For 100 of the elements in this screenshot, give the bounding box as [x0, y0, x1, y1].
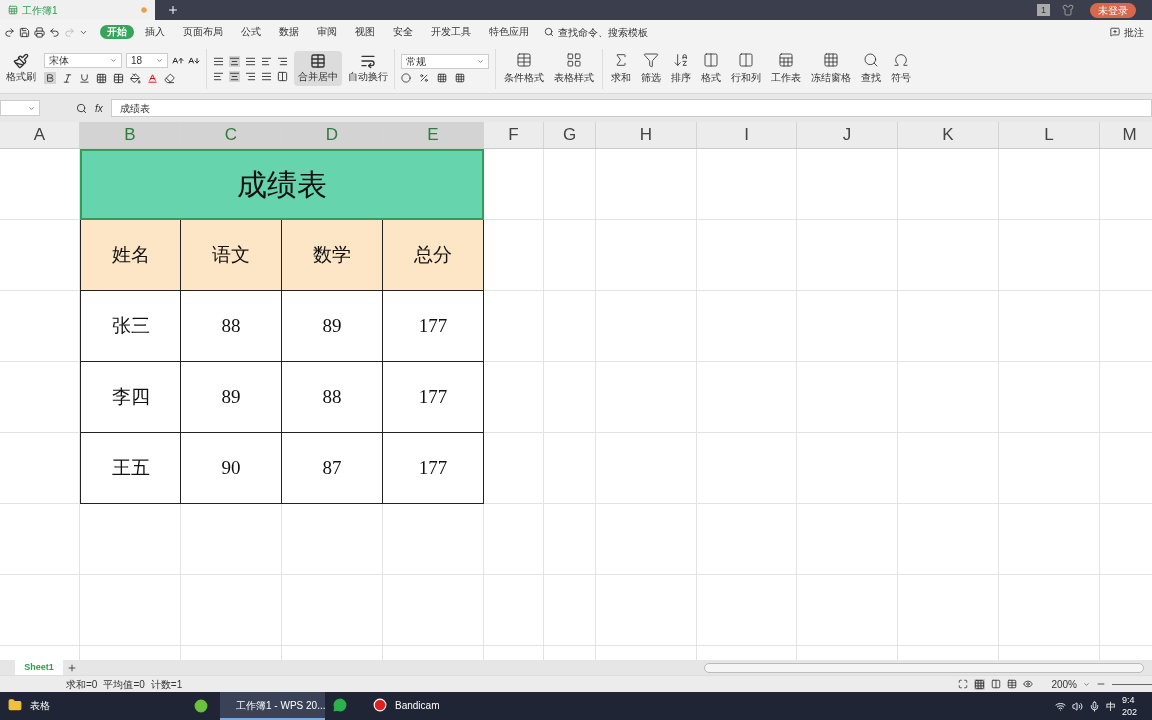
- wrap-text-button[interactable]: 自动换行: [348, 53, 388, 84]
- indent-icon[interactable]: [261, 55, 272, 67]
- chat-icon: [333, 698, 347, 712]
- comment-button[interactable]: 批注: [1110, 24, 1144, 40]
- taskbar-item[interactable]: Bandicam: [365, 692, 470, 720]
- save-icon[interactable]: [19, 26, 30, 38]
- grid-cell: [484, 362, 544, 433]
- column-header[interactable]: K: [898, 122, 999, 148]
- column-header[interactable]: H: [596, 122, 697, 148]
- undo-icon[interactable]: [49, 26, 60, 38]
- grid-cell: [544, 362, 596, 433]
- taskbar-item[interactable]: 工作簿1 - WPS 20...: [220, 692, 325, 720]
- distribute-icon[interactable]: [277, 70, 288, 82]
- normal-view-icon[interactable]: [974, 678, 986, 690]
- network-icon[interactable]: [1055, 700, 1066, 712]
- menu-tab[interactable]: 审阅: [310, 25, 344, 39]
- print-icon[interactable]: [34, 26, 45, 38]
- font-color-icon[interactable]: [147, 72, 158, 84]
- merge-center-button[interactable]: 合并居中: [294, 51, 342, 86]
- page-break-icon[interactable]: [1007, 679, 1018, 689]
- shrink-font-icon[interactable]: [188, 54, 200, 67]
- ribbon-tool-button[interactable]: 表格样式: [552, 52, 596, 85]
- cell-fill-icon[interactable]: [113, 72, 124, 84]
- column-header[interactable]: G: [544, 122, 596, 148]
- align-center-icon[interactable]: [229, 70, 240, 82]
- page-layout-icon[interactable]: [991, 679, 1002, 689]
- menu-tab[interactable]: 插入: [138, 25, 172, 39]
- ribbon-tool-button[interactable]: 工作表: [769, 52, 803, 85]
- dropdown-caret-icon: [28, 104, 35, 112]
- border-icon[interactable]: [96, 72, 107, 84]
- table-cell: 88: [282, 362, 383, 433]
- ribbon-tool-button[interactable]: 冻结窗格: [809, 52, 853, 85]
- table-icon: [516, 52, 532, 68]
- login-button[interactable]: 未登录: [1090, 2, 1136, 18]
- column-header[interactable]: F: [484, 122, 544, 148]
- redo-icon[interactable]: [4, 26, 15, 38]
- eye-protection-icon[interactable]: [1023, 679, 1034, 689]
- add-sheet-icon[interactable]: [67, 662, 77, 673]
- underline-icon[interactable]: [79, 72, 90, 84]
- align-middle-icon[interactable]: [229, 55, 240, 67]
- align-left-icon[interactable]: [213, 70, 224, 82]
- column-header[interactable]: I: [697, 122, 797, 148]
- grow-font-icon[interactable]: [172, 54, 184, 67]
- sheet-tab[interactable]: Sheet1: [15, 660, 63, 675]
- outdent-icon[interactable]: [277, 55, 288, 67]
- menu-tab[interactable]: 页面布局: [176, 25, 230, 39]
- align-top-icon[interactable]: [213, 55, 224, 67]
- eraser-icon[interactable]: [164, 72, 175, 84]
- justify-icon[interactable]: [261, 70, 272, 82]
- fullscreen-icon[interactable]: [958, 679, 969, 689]
- menu-tab[interactable]: 视图: [348, 25, 382, 39]
- bold-icon[interactable]: [44, 72, 56, 84]
- column-header[interactable]: L: [999, 122, 1100, 148]
- column-header[interactable]: D: [282, 122, 383, 148]
- volume-icon[interactable]: [1072, 700, 1083, 712]
- menu-tab[interactable]: 开发工具: [424, 25, 478, 39]
- window-count[interactable]: 1: [1037, 4, 1050, 16]
- ribbon-tool-button[interactable]: 行和列: [729, 52, 763, 85]
- header-cell: 总分: [383, 220, 484, 291]
- ribbon-tool-button[interactable]: 符号: [889, 52, 913, 85]
- fill-color-icon[interactable]: [130, 72, 141, 84]
- align-bottom-icon[interactable]: [245, 55, 256, 67]
- formula-field[interactable]: 成绩表: [110, 99, 1152, 117]
- zoom-level[interactable]: 200%: [1051, 676, 1077, 692]
- font-size-select[interactable]: 18: [126, 53, 168, 68]
- ribbon-tool-button[interactable]: 筛选: [639, 52, 663, 85]
- ribbon-tool-button[interactable]: 排序: [669, 52, 693, 85]
- skin-icon[interactable]: [1062, 4, 1074, 16]
- align-right-icon[interactable]: [245, 70, 256, 82]
- header-cell: 语文: [181, 220, 282, 291]
- number-format-select[interactable]: 常规: [401, 54, 489, 69]
- wrap-icon: [360, 53, 376, 69]
- format-painter-button[interactable]: 格式刷: [4, 53, 38, 84]
- ribbon-tool-button[interactable]: 条件格式: [502, 52, 546, 85]
- input-method[interactable]: 中: [1106, 698, 1116, 714]
- horizontal-scrollbar[interactable]: [704, 662, 1144, 673]
- italic-icon[interactable]: [62, 72, 73, 84]
- ribbon-tool-button[interactable]: 格式: [699, 52, 723, 85]
- grid-cell: [544, 291, 596, 362]
- taskbar-item[interactable]: 表格: [0, 692, 105, 720]
- new-tab-icon[interactable]: [167, 4, 179, 16]
- menu-tab[interactable]: 特色应用: [482, 25, 536, 39]
- menu-tab[interactable]: 数据: [272, 25, 306, 39]
- grid-icon: [566, 52, 582, 68]
- ribbon-tool-button[interactable]: 求和: [609, 52, 633, 85]
- command-search[interactable]: 查找命令、搜索模板: [544, 24, 648, 40]
- zoom-dropdown-icon[interactable]: [1083, 680, 1090, 688]
- microphone-icon[interactable]: [1089, 700, 1100, 712]
- ribbon-tool-button[interactable]: 查找: [859, 52, 883, 85]
- unsaved-dot-icon: [141, 7, 147, 13]
- zoom-formula-icon[interactable]: [76, 102, 87, 114]
- column-header[interactable]: M: [1100, 122, 1152, 148]
- column-header[interactable]: J: [797, 122, 898, 148]
- title-cell: 成绩表: [80, 149, 484, 220]
- menu-tab[interactable]: 公式: [234, 25, 268, 39]
- menu-tab[interactable]: 安全: [386, 25, 420, 39]
- fx-label: fx: [95, 101, 103, 116]
- font-name-select[interactable]: 宋体: [44, 53, 122, 68]
- grid-cell: [484, 291, 544, 362]
- percent-icon[interactable]: [419, 73, 429, 83]
